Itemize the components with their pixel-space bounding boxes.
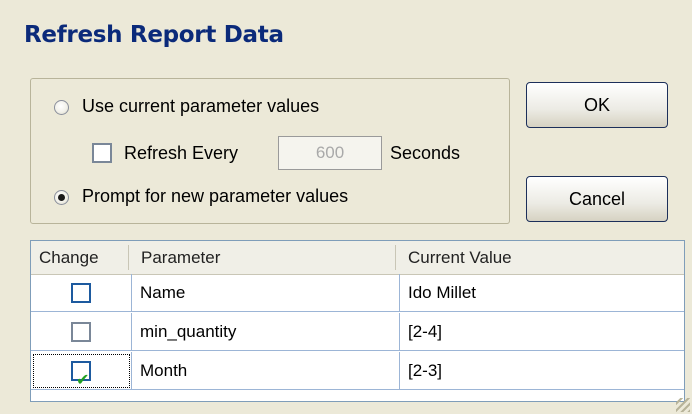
dialog-title: Refresh Report Data	[24, 22, 284, 48]
column-header-change[interactable]: Change	[31, 241, 128, 274]
title-bar: Refresh Report Data	[0, 0, 692, 70]
cancel-button[interactable]: Cancel	[526, 176, 668, 222]
prompt-new-values-radio[interactable]	[54, 190, 69, 205]
current-value-cell[interactable]: [2-3]	[400, 352, 684, 390]
change-cell[interactable]	[31, 313, 132, 351]
ok-button[interactable]: OK	[526, 82, 668, 128]
use-current-values-radio[interactable]	[54, 100, 69, 115]
column-header-parameter[interactable]: Parameter	[133, 241, 395, 274]
change-checkbox[interactable]	[71, 322, 91, 342]
change-cell[interactable]	[31, 274, 132, 312]
table-header: Change Parameter Current Value	[31, 241, 684, 275]
table-row[interactable]: ✔ Month [2-3]	[31, 352, 684, 391]
current-value-cell[interactable]: Ido Millet	[400, 274, 684, 312]
table-row[interactable]: min_quantity [2-4]	[31, 313, 684, 352]
column-divider[interactable]	[395, 245, 396, 270]
change-checkbox[interactable]	[71, 283, 91, 303]
current-value-cell[interactable]: [2-4]	[400, 313, 684, 351]
parameter-cell: Name	[132, 274, 400, 312]
table-row[interactable]: Name Ido Millet	[31, 274, 684, 313]
parameter-cell: min_quantity	[132, 313, 400, 351]
radio-selected-dot-icon	[58, 194, 65, 201]
checkmark-icon: ✔	[76, 372, 90, 389]
column-divider[interactable]	[128, 245, 129, 270]
refresh-seconds-input[interactable]: 600	[278, 136, 382, 170]
parameters-table: Change Parameter Current Value Name Ido …	[30, 240, 685, 402]
parameter-cell: Month	[132, 352, 400, 390]
resize-grip-icon[interactable]	[676, 398, 690, 412]
refresh-every-checkbox[interactable]	[92, 143, 112, 163]
change-checkbox[interactable]: ✔	[71, 361, 91, 389]
refresh-every-label[interactable]: Refresh Every	[124, 143, 238, 164]
change-cell[interactable]: ✔	[31, 352, 132, 390]
column-header-current-value[interactable]: Current Value	[400, 241, 684, 274]
seconds-label: Seconds	[390, 143, 461, 163]
refresh-report-data-dialog: Refresh Report Data Use current paramete…	[0, 0, 692, 414]
prompt-new-values-label[interactable]: Prompt for new parameter values	[82, 186, 348, 207]
use-current-values-label[interactable]: Use current parameter values	[82, 96, 319, 117]
